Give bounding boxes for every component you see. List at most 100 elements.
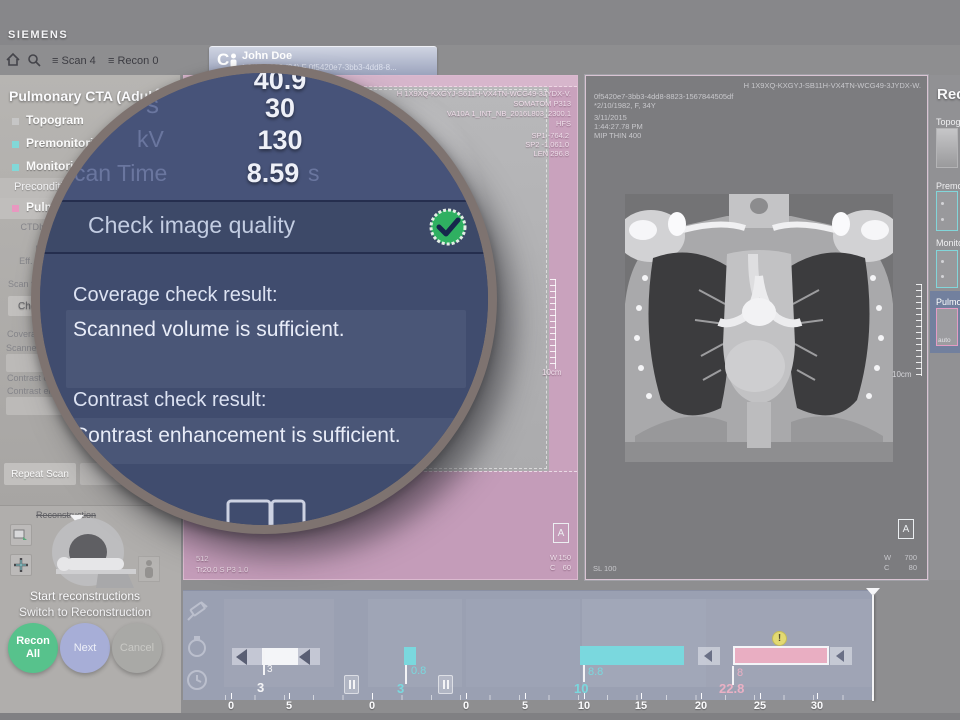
- axis-label: 30: [811, 700, 823, 712]
- range-slider[interactable]: [232, 648, 320, 665]
- topo-position-label: HFS: [556, 119, 571, 128]
- contrast-check-value: Contrast enhancement is sufficient.: [73, 424, 401, 448]
- topo-window-center-value: 60: [563, 563, 571, 572]
- topo-matrix: 512: [196, 554, 209, 563]
- topo-scanner-name: SOMATOM P313: [513, 99, 571, 108]
- ct-study-time: 1:44:27.78 PM: [594, 122, 643, 131]
- ct-series-label: MIP THIN 400: [594, 131, 641, 140]
- ct-patient-id: 0f5420e7-3bb3-4dd8-8823-1567844505df: [594, 92, 733, 101]
- monitoring-marker-line: [405, 665, 407, 684]
- topogram-thumbnail[interactable]: [936, 128, 958, 168]
- recon-task-monitoring[interactable]: Monito: [936, 238, 960, 248]
- ct-header-id: H 1X9XQ-KXGYJ-SB11H-VX4TN-WCG49-3JYDX-W.: [744, 81, 921, 90]
- axis-label: 10: [578, 700, 590, 712]
- topo-window-width-value: 150: [558, 553, 571, 562]
- cancel-button[interactable]: Cancel: [112, 623, 162, 673]
- pause-button[interactable]: [438, 675, 453, 694]
- premonitoring-thumbnail[interactable]: [936, 191, 958, 231]
- recon-sidebar-title: Rec: [937, 86, 960, 103]
- pulmonary-thumbnail[interactable]: auto: [936, 308, 958, 346]
- axis-tick: [289, 693, 290, 699]
- scan-range-bar[interactable]: [580, 646, 684, 665]
- delay-duration-value: 8: [737, 667, 743, 679]
- range-slider-right-handle[interactable]: [299, 649, 310, 665]
- search-icon[interactable]: [27, 53, 42, 68]
- magnifier-loupe[interactable]: 40.9 s 30 kV 130 can Time 8.59 s Check i…: [31, 64, 497, 534]
- ct-scanner-illustration: [26, 514, 146, 596]
- premonitoring-bullet: [12, 141, 19, 148]
- scrubber-line[interactable]: [872, 595, 874, 701]
- topo-recon-params: Tr20.0 S P3 1.0: [196, 565, 248, 574]
- magnified-scantime-unit: s: [308, 160, 320, 187]
- ct-window-width-value: 700: [904, 553, 917, 562]
- topogram-bullet: [12, 118, 19, 125]
- monitoring-value: 0.8: [411, 665, 426, 677]
- slider-value: 3: [267, 664, 273, 675]
- coverage-result-label: Covera: [7, 329, 36, 339]
- patient-name: John Doe: [242, 50, 292, 62]
- axis-label: 0: [463, 700, 469, 712]
- range-slider-fill: [262, 648, 298, 665]
- ct-image-viewport[interactable]: H 1X9XQ-KXGYJ-SB11H-VX4TN-WCG49-3JYDX-W.…: [585, 75, 928, 580]
- topo-len: LEN 296.8: [534, 149, 569, 158]
- ct-slice-label: SL 100: [593, 564, 617, 573]
- slider-marker-line: [263, 649, 265, 675]
- magnified-mas-value: 30: [210, 93, 350, 124]
- delay-range-bar[interactable]: [733, 646, 829, 665]
- magnified-image-icon: [226, 499, 306, 534]
- axis-label: 5: [522, 700, 528, 712]
- axis-tick: [760, 693, 761, 699]
- scan-menu[interactable]: ≡ Scan 4: [52, 55, 96, 67]
- clock-icon: [186, 669, 208, 691]
- auto-recon-label: auto: [938, 337, 951, 344]
- coverage-check-label: Coverage check result:: [73, 284, 278, 307]
- bottom-strip: [0, 713, 960, 720]
- check-success-icon: [428, 207, 468, 247]
- chest-ct-image: [625, 194, 893, 462]
- ct-window-width-label: W: [884, 553, 891, 562]
- topo-ruler-label: 10cm: [542, 368, 562, 377]
- axis-tick: [525, 693, 526, 699]
- axis-label: 15: [635, 700, 647, 712]
- recon-menu[interactable]: ≡ Recon 0: [108, 55, 158, 67]
- recon-hint-line2: Switch to Reconstruction: [0, 605, 170, 619]
- recon-all-button[interactable]: Recon All: [8, 623, 58, 673]
- monitoring-thumbnail[interactable]: [936, 250, 958, 288]
- axis-tick: [584, 693, 585, 699]
- scan-start-value: 10: [574, 681, 588, 696]
- recon-task-premonitoring[interactable]: Premo: [936, 181, 960, 191]
- phase-band: [466, 599, 580, 687]
- ct-study-date: 3/11/2015: [594, 113, 627, 122]
- axis-tick: [231, 693, 232, 699]
- recon-task-sidebar: Rec Topog Premo Monito Pulmo auto: [930, 75, 960, 580]
- range-slider-left-handle[interactable]: [236, 649, 247, 665]
- axis-label: 25: [754, 700, 766, 712]
- axis-label: 0: [369, 700, 375, 712]
- injector-icon: [185, 598, 211, 624]
- slider-total: 3: [257, 680, 264, 695]
- delay-left-handle[interactable]: [698, 647, 720, 665]
- topo-sp1: SP1 -764.2: [531, 131, 569, 140]
- recon-task-topogram[interactable]: Topog: [936, 117, 960, 127]
- monitoring-marker[interactable]: [404, 647, 416, 665]
- home-icon[interactable]: [5, 52, 21, 68]
- application-window: SIEMENS ≡ Scan 4 ≡ Recon 0 C John Doe * …: [0, 0, 960, 720]
- delay-right-handle[interactable]: [830, 647, 852, 665]
- scan-timeline: 3 3 0.8 3 8.8 10 8 22.8 !: [183, 590, 874, 700]
- ct-ruler-label: 10cm: [892, 370, 912, 379]
- ct-window-center-value: 80: [909, 563, 917, 572]
- scan-menu-label: Scan 4: [61, 55, 95, 67]
- pause-button[interactable]: [344, 675, 359, 694]
- warning-icon[interactable]: !: [772, 631, 787, 646]
- axis-tick: [701, 693, 702, 699]
- scan-duration-value: 8.8: [588, 666, 603, 678]
- magnified-kv-value: 130: [210, 125, 350, 156]
- recon-task-pulmonary[interactable]: Pulmo: [936, 297, 960, 307]
- next-button[interactable]: Next: [60, 623, 110, 673]
- axis-tick: [641, 693, 642, 699]
- siemens-logo: SIEMENS: [8, 29, 68, 41]
- axis-label: 0: [228, 700, 234, 712]
- phase-band: [224, 599, 334, 687]
- reconstruction-panel: Reconstruction Start reconstructions Swi…: [0, 505, 181, 720]
- axis-tick: [817, 693, 818, 699]
